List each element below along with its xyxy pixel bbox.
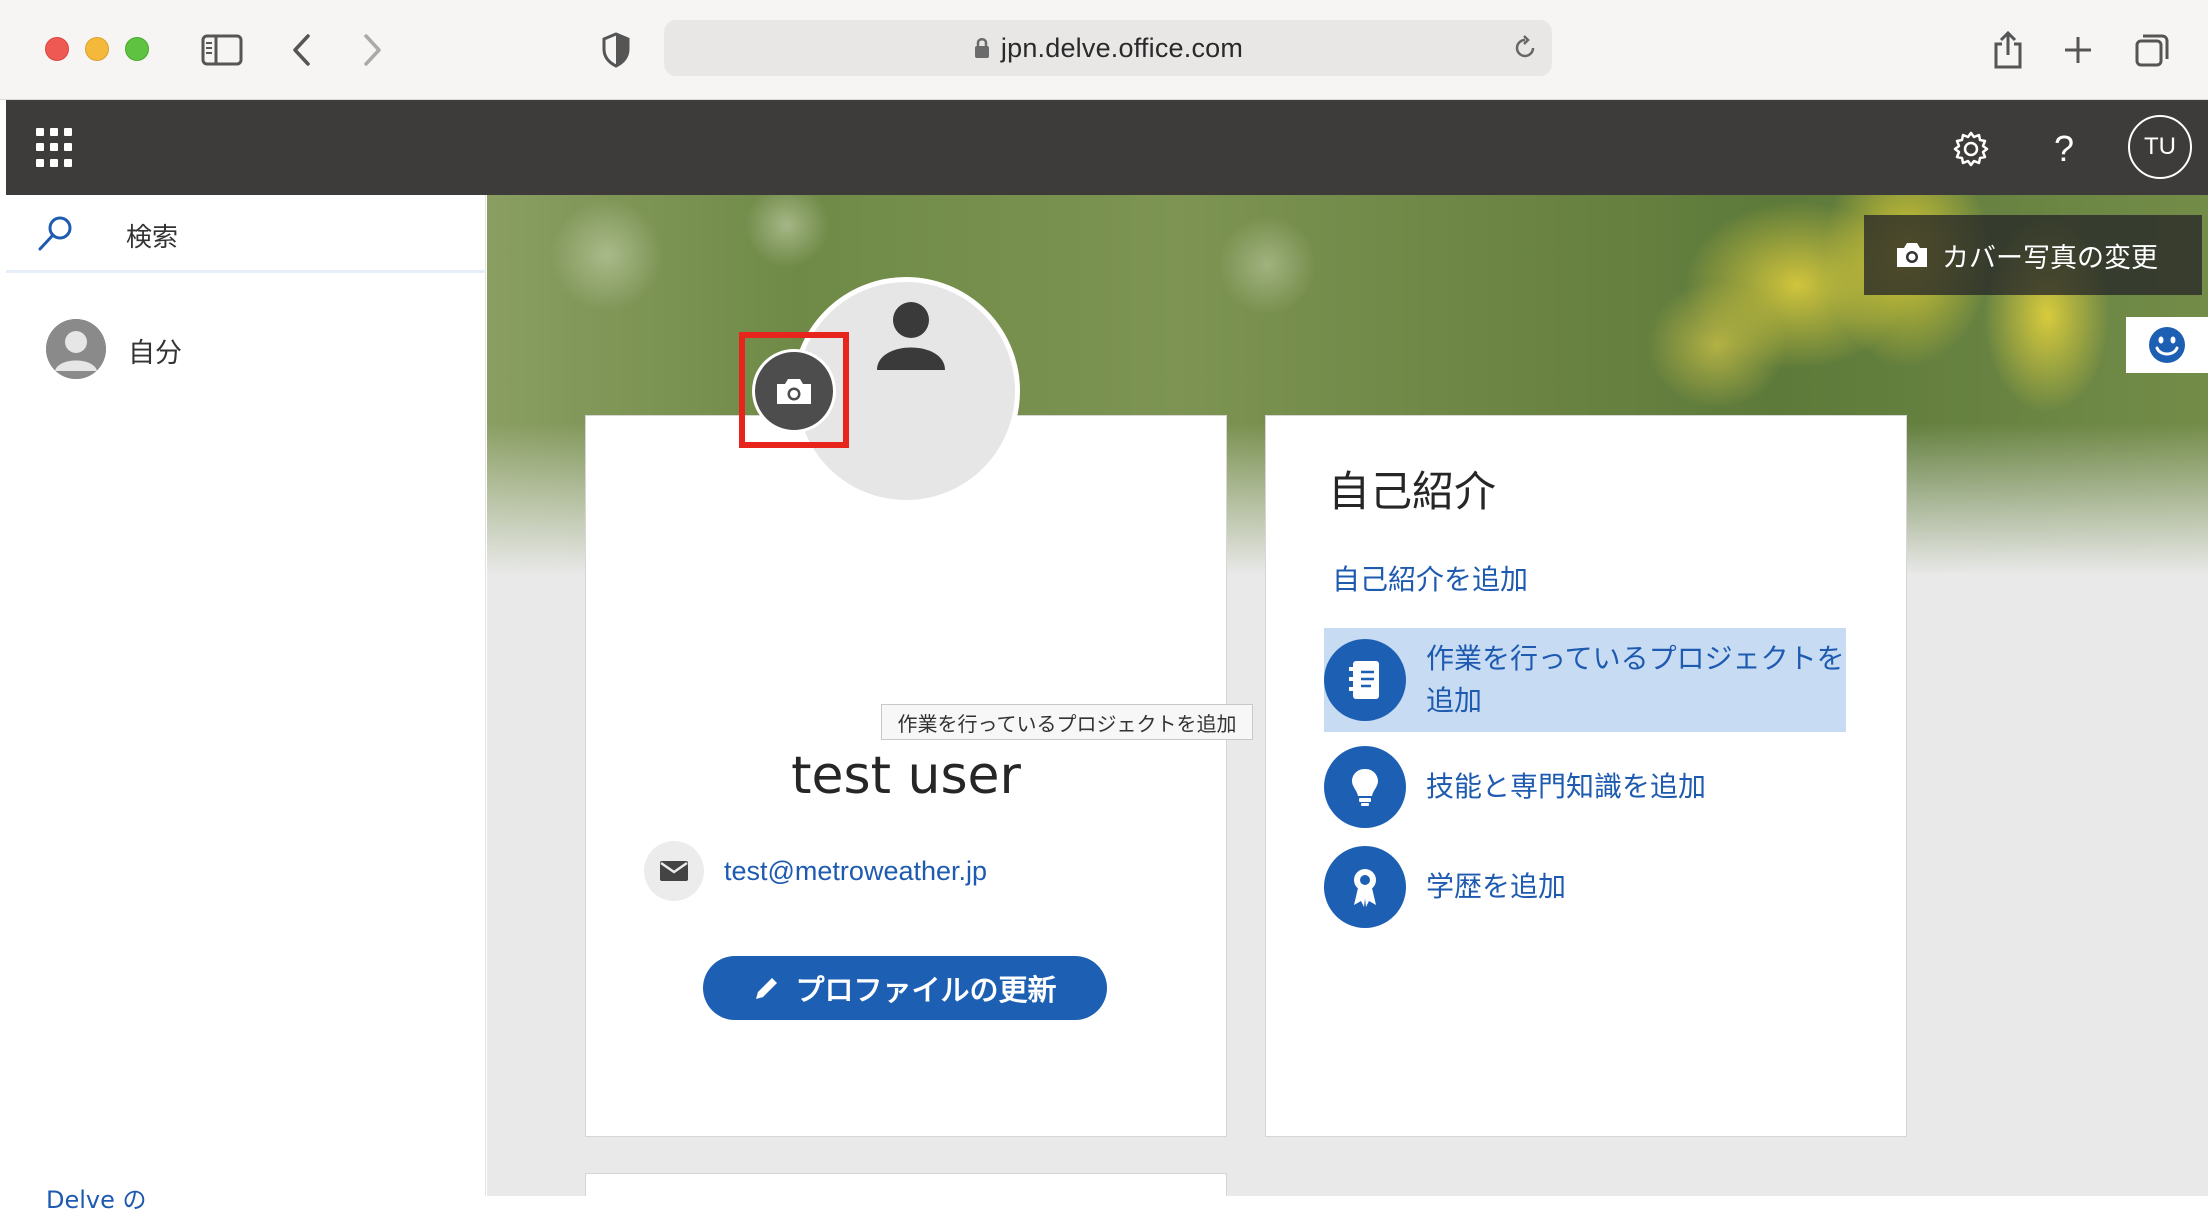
plus-icon bbox=[2065, 37, 2091, 63]
app-launcher-button[interactable] bbox=[36, 128, 76, 168]
camera-icon bbox=[1897, 243, 1927, 267]
next-card bbox=[585, 1173, 1227, 1196]
share-icon bbox=[1994, 30, 2022, 69]
nav-search-label: 検索 bbox=[126, 223, 179, 253]
pencil-icon bbox=[756, 978, 778, 999]
help-button[interactable]: ? bbox=[2037, 122, 2091, 176]
main-content: カバー写真の変更 test user test@metroweather.jp bbox=[487, 195, 2208, 1196]
close-window-button[interactable] bbox=[45, 37, 69, 61]
privacy-report-button[interactable] bbox=[588, 22, 644, 78]
minimize-window-button[interactable] bbox=[85, 37, 109, 61]
about-title: 自己紹介 bbox=[1328, 467, 1497, 516]
browser-toolbar: jpn.delve.office.com bbox=[0, 0, 2208, 100]
sidebar-toggle-button[interactable] bbox=[194, 22, 250, 78]
nav-item-label: 自分 bbox=[128, 338, 182, 369]
search-icon bbox=[38, 216, 72, 251]
add-projects-item[interactable]: 作業を行っているプロジェクトを追加 bbox=[1324, 628, 1846, 732]
zoom-window-button[interactable] bbox=[125, 37, 149, 61]
mail-icon bbox=[644, 841, 704, 901]
add-education-item[interactable]: 学歴を追加 bbox=[1324, 844, 1846, 930]
person-icon bbox=[46, 319, 106, 379]
suite-bar: ? TU bbox=[6, 100, 2208, 195]
sidebar-icon bbox=[201, 34, 243, 66]
tooltip: 作業を行っているプロジェクトを追加 bbox=[881, 704, 1253, 740]
tabs-icon bbox=[2135, 34, 2169, 67]
back-button[interactable] bbox=[274, 22, 330, 78]
nav-search[interactable]: 検索 bbox=[6, 195, 486, 273]
change-cover-photo-label: カバー写真の変更 bbox=[1942, 242, 2158, 274]
lock-icon bbox=[974, 38, 989, 58]
update-profile-button[interactable]: プロファイルの更新 bbox=[703, 956, 1107, 1020]
email-link[interactable]: test@metroweather.jp bbox=[724, 856, 987, 887]
left-nav: 検索 自分 Delve の bbox=[6, 195, 486, 1214]
lightbulb-icon bbox=[1324, 746, 1406, 828]
profile-name: test user bbox=[791, 746, 1021, 806]
nav-bottom-link[interactable]: Delve の bbox=[46, 1180, 147, 1215]
change-cover-photo-button[interactable]: カバー写真の変更 bbox=[1864, 215, 2202, 295]
avatar bbox=[46, 319, 106, 379]
profile-card: test user test@metroweather.jp プロファイルの更新 bbox=[585, 415, 1227, 1137]
account-avatar[interactable]: TU bbox=[2128, 115, 2192, 179]
add-about-link[interactable]: 自己紹介を追加 bbox=[1332, 558, 1528, 598]
update-profile-label: プロファイルの更新 bbox=[795, 973, 1057, 1007]
ribbon-icon bbox=[1324, 846, 1406, 928]
chevron-right-icon bbox=[364, 34, 381, 66]
new-tab-button[interactable] bbox=[2050, 22, 2106, 78]
share-button[interactable] bbox=[1980, 22, 2036, 78]
tab-overview-button[interactable] bbox=[2124, 22, 2180, 78]
forward-button[interactable] bbox=[344, 22, 400, 78]
url-text: jpn.delve.office.com bbox=[1000, 32, 1244, 63]
settings-button[interactable] bbox=[1944, 122, 1998, 176]
nav-item-me[interactable]: 自分 bbox=[6, 315, 486, 385]
shield-icon bbox=[602, 32, 630, 68]
feedback-button[interactable] bbox=[2126, 317, 2208, 373]
add-skills-item[interactable]: 技能と専門知識を追加 bbox=[1324, 744, 1846, 830]
about-card: 自己紹介 自己紹介を追加 作業を行っているプロジェクトを追加 技能と専門知識を追… bbox=[1265, 415, 1907, 1137]
notebook-icon bbox=[1324, 639, 1406, 721]
email-row: test@metroweather.jp bbox=[644, 841, 987, 901]
smiley-icon bbox=[2149, 327, 2185, 363]
camera-icon bbox=[777, 379, 811, 404]
gear-icon bbox=[1953, 131, 1989, 167]
add-skills-label: 技能と専門知識を追加 bbox=[1426, 770, 1707, 803]
add-education-label: 学歴を追加 bbox=[1426, 870, 1567, 903]
reload-icon[interactable] bbox=[1512, 34, 1538, 62]
change-profile-photo-button[interactable] bbox=[752, 349, 836, 433]
address-bar[interactable]: jpn.delve.office.com bbox=[664, 20, 1552, 76]
chevron-left-icon bbox=[293, 34, 310, 66]
add-projects-label: 作業を行っているプロジェクトを追加 bbox=[1426, 642, 1845, 717]
